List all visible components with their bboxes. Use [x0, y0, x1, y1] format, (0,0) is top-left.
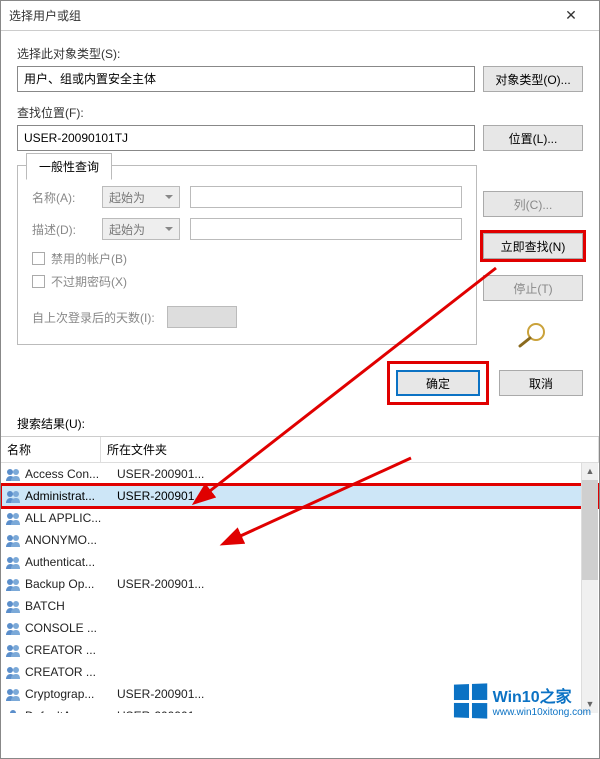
group-icon [5, 554, 21, 570]
results-row[interactable]: Access Con...USER-200901... [1, 463, 599, 485]
ok-highlight: 确定 [387, 361, 489, 405]
object-type-label: 选择此对象类型(S): [17, 45, 583, 62]
desc-row: 描述(D): 起始为 [32, 218, 462, 240]
name-label: 名称(A): [32, 189, 92, 206]
group-icon [5, 488, 21, 504]
results-row[interactable]: Backup Op...USER-200901... [1, 573, 599, 595]
results-row[interactable]: ALL APPLIC... [1, 507, 599, 529]
results-wrap: Access Con...USER-200901...Administrat..… [1, 463, 599, 713]
ok-button[interactable]: 确定 [396, 370, 480, 396]
row-name: Cryptograp... [25, 687, 117, 701]
row-name: CREATOR ... [25, 643, 117, 657]
days-label: 自上次登录后的天数(I): [32, 309, 155, 326]
row-folder: USER-200901... [117, 577, 595, 591]
right-button-column: 列(C)... 立即查找(N) 停止(T) [483, 191, 583, 349]
group-icon [5, 620, 21, 636]
locations-button[interactable]: 位置(L)... [483, 125, 583, 151]
location-value: USER-20090101TJ [17, 125, 475, 151]
desc-mode-combo[interactable]: 起始为 [102, 218, 180, 240]
group-icon [5, 576, 21, 592]
row-name: BATCH [25, 599, 117, 613]
results-row[interactable]: Administrat...USER-200901... [1, 485, 599, 507]
desc-input[interactable] [190, 218, 462, 240]
query-panel: 一般性查询 名称(A): 起始为 描述(D): 起始为 禁用的帐户(B) 不过期… [17, 165, 477, 345]
results-row[interactable]: CREATOR ... [1, 639, 599, 661]
columns-button[interactable]: 列(C)... [483, 191, 583, 217]
group-icon [5, 510, 21, 526]
row-name: CONSOLE ... [25, 621, 117, 635]
find-now-button[interactable]: 立即查找(N) [483, 233, 583, 259]
results-row[interactable]: CREATOR ... [1, 661, 599, 683]
row-name: Backup Op... [25, 577, 117, 591]
row-name: ANONYMO... [25, 533, 117, 547]
days-input[interactable] [167, 306, 237, 328]
group-icon [5, 664, 21, 680]
results-row[interactable]: ANONYMO... [1, 529, 599, 551]
row-folder: USER-200901... [117, 489, 595, 503]
group-icon [5, 686, 21, 702]
name-row: 名称(A): 起始为 [32, 186, 462, 208]
group-icon [5, 642, 21, 658]
scroll-thumb[interactable] [582, 480, 598, 580]
row-name: Administrat... [25, 489, 117, 503]
user-icon [5, 708, 21, 713]
location-row: USER-20090101TJ 位置(L)... [17, 125, 583, 151]
neverexpire-checkbox[interactable] [32, 275, 45, 288]
results-row[interactable]: Authenticat... [1, 551, 599, 573]
group-icon [5, 598, 21, 614]
row-folder: USER-200901... [117, 687, 595, 701]
location-label: 查找位置(F): [17, 104, 583, 121]
results-list[interactable]: Access Con...USER-200901...Administrat..… [1, 463, 599, 713]
disabled-accounts-row: 禁用的帐户(B) [32, 250, 462, 267]
neverexpire-label: 不过期密码(X) [51, 273, 127, 290]
disabled-accounts-checkbox[interactable] [32, 252, 45, 265]
name-input[interactable] [190, 186, 462, 208]
neverexpire-row: 不过期密码(X) [32, 273, 462, 290]
results-scrollbar[interactable]: ▲ ▼ [581, 463, 598, 713]
disabled-accounts-label: 禁用的帐户(B) [51, 250, 127, 267]
scroll-up-icon[interactable]: ▲ [582, 463, 598, 480]
col-name-header[interactable]: 名称 [1, 437, 101, 462]
object-type-row: 用户、组或内置安全主体 对象类型(O)... [17, 66, 583, 92]
cancel-button[interactable]: 取消 [499, 370, 583, 396]
desc-label: 描述(D): [32, 221, 92, 238]
group-icon [5, 466, 21, 482]
magnifier-icon [515, 321, 551, 349]
close-button[interactable]: ✕ [551, 7, 591, 24]
stop-button[interactable]: 停止(T) [483, 275, 583, 301]
row-folder: USER-200901... [117, 709, 595, 713]
col-folder-header[interactable]: 所在文件夹 [101, 437, 599, 462]
object-type-value: 用户、组或内置安全主体 [17, 66, 475, 92]
titlebar: 选择用户或组 ✕ [1, 1, 599, 31]
dialog-buttons: 确定 取消 [1, 345, 599, 413]
row-name: DefaultAcc... [25, 709, 117, 713]
results-row[interactable]: Cryptograp...USER-200901... [1, 683, 599, 705]
row-name: CREATOR ... [25, 665, 117, 679]
results-row[interactable]: CONSOLE ... [1, 617, 599, 639]
tab-common-queries[interactable]: 一般性查询 [26, 153, 112, 180]
results-header: 名称 所在文件夹 [1, 436, 599, 463]
window-title: 选择用户或组 [9, 7, 81, 24]
days-row: 自上次登录后的天数(I): [32, 306, 462, 328]
results-label: 搜索结果(U): [1, 413, 599, 436]
row-folder: USER-200901... [117, 467, 595, 481]
results-row[interactable]: BATCH [1, 595, 599, 617]
group-icon [5, 532, 21, 548]
row-name: Access Con... [25, 467, 117, 481]
name-mode-combo[interactable]: 起始为 [102, 186, 180, 208]
row-name: Authenticat... [25, 555, 117, 569]
object-types-button[interactable]: 对象类型(O)... [483, 66, 583, 92]
scroll-down-icon[interactable]: ▼ [582, 696, 598, 713]
row-name: ALL APPLIC... [25, 511, 117, 525]
results-row[interactable]: DefaultAcc...USER-200901... [1, 705, 599, 713]
